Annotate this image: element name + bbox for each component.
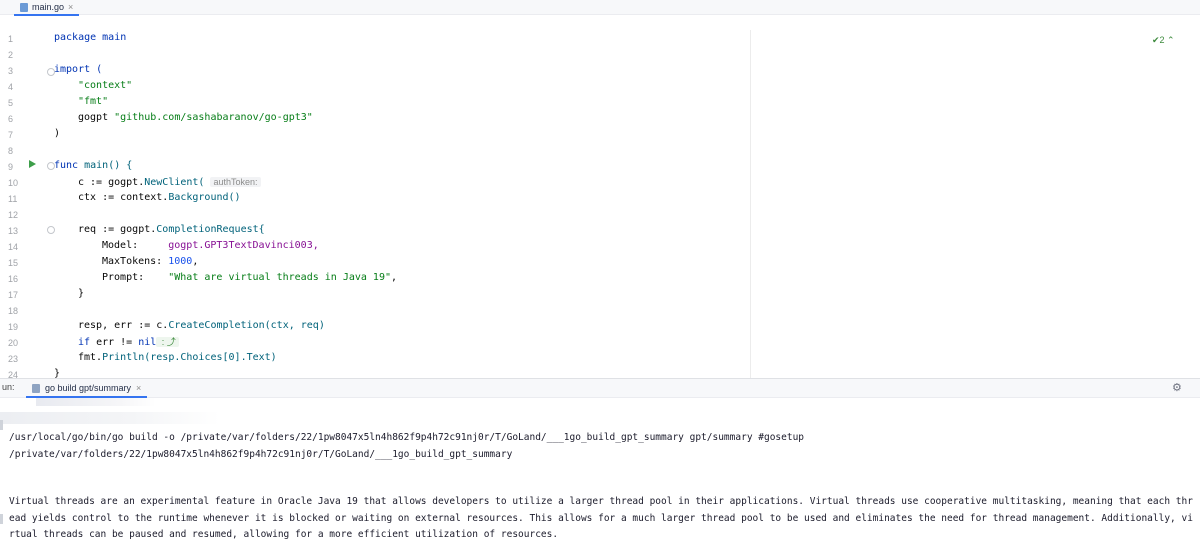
- code-text: func: [54, 160, 85, 171]
- code-text: NewClient(: [144, 177, 205, 188]
- line-number: 10: [8, 178, 19, 188]
- code-text: import (: [54, 64, 103, 75]
- line-number-gutter: 1 2 3 4 5 6 7 8 9 10 11 12 13 14 15 16 1…: [0, 30, 48, 380]
- toolbar-blur: [36, 398, 156, 406]
- line-number: 20: [8, 338, 19, 348]
- fold-marker-icon[interactable]: [47, 226, 55, 234]
- code-text: req := gogpt.: [78, 224, 157, 235]
- line-number: 14: [8, 242, 19, 252]
- code-text: Prompt:: [102, 272, 169, 283]
- run-tab-label: go build gpt/summary: [45, 383, 132, 393]
- line-number: 7: [8, 130, 14, 140]
- code-text: }: [78, 288, 85, 299]
- code-text: nil: [138, 337, 157, 348]
- line-number: 1: [8, 34, 14, 44]
- code-text: "fmt": [78, 96, 109, 107]
- run-gutter-icon[interactable]: [29, 160, 36, 168]
- run-tab-close-icon[interactable]: ×: [136, 383, 141, 393]
- code-text: CompletionRequest{: [156, 224, 265, 235]
- code-text: gogpt.GPT3TextDavinci003,: [168, 240, 319, 251]
- code-text: ,: [391, 272, 398, 283]
- run-tool-window-header: [0, 378, 1200, 398]
- console-command-line: /usr/local/go/bin/go build -o /private/v…: [9, 432, 805, 443]
- tab-main-go[interactable]: main.go ×: [14, 0, 80, 16]
- line-number: 5: [8, 98, 14, 108]
- line-number: 4: [8, 82, 14, 92]
- line-number: 8: [8, 146, 14, 156]
- code-text: c := gogpt.: [78, 177, 145, 188]
- code-text: if: [78, 337, 97, 348]
- console-marker: [0, 420, 3, 430]
- code-text: gogpt: [78, 112, 115, 123]
- code-text: ): [54, 128, 61, 139]
- line-number: 11: [8, 194, 18, 204]
- code-text: MaxTokens:: [102, 256, 169, 267]
- code-text: CreateCompletion(ctx, req): [168, 320, 325, 331]
- console-program-output: Virtual threads are an experimental feat…: [9, 496, 1193, 540]
- run-label: un:: [2, 382, 15, 392]
- line-number: 13: [8, 226, 19, 236]
- code-text: ctx := context.: [78, 192, 169, 203]
- folded-region[interactable]: : ⤴: [156, 337, 179, 347]
- line-number: 3: [8, 66, 14, 76]
- toolbar-blur: [0, 412, 220, 424]
- line-number: 15: [8, 258, 19, 268]
- code-text: package main: [54, 32, 127, 43]
- code-text: Model:: [102, 240, 169, 251]
- run-config-icon: [32, 383, 40, 393]
- editor-tab-bar: [0, 0, 1200, 15]
- line-number: 12: [8, 210, 19, 220]
- parameter-hint: authToken:: [210, 177, 261, 187]
- line-number: 23: [8, 354, 19, 364]
- line-number: 6: [8, 114, 14, 124]
- tab-close-icon[interactable]: ×: [68, 2, 73, 12]
- code-text: fmt.: [78, 352, 103, 363]
- line-number: 17: [8, 290, 19, 300]
- code-text: Println(resp.Choices[0].Text): [102, 352, 277, 363]
- code-text: 1000: [168, 256, 193, 267]
- line-number: 2: [8, 50, 14, 60]
- code-text: "context": [78, 80, 133, 91]
- code-text: err !=: [96, 337, 139, 348]
- line-number: 16: [8, 274, 19, 284]
- line-number: 18: [8, 306, 19, 316]
- go-file-icon: [20, 2, 28, 12]
- console-marker: [0, 514, 3, 524]
- tab-go-build-summary[interactable]: go build gpt/summary ×: [26, 380, 148, 398]
- inspection-widget[interactable]: ✔2 ⌃: [1152, 35, 1175, 46]
- code-text: "What are virtual threads in Java 19": [168, 272, 391, 283]
- console-exec-line: /private/var/folders/22/1pw8047x5ln4h862…: [9, 449, 513, 460]
- tab-label: main.go: [32, 2, 65, 12]
- right-margin-guide: [750, 30, 751, 378]
- code-text: resp, err := c.: [78, 320, 169, 331]
- code-text: "github.com/sashabaranov/go-gpt3": [114, 112, 313, 123]
- code-text: main() {: [84, 160, 133, 171]
- code-text: Background(): [168, 192, 241, 203]
- code-text: ,: [192, 256, 199, 267]
- settings-gear-icon[interactable]: ⚙: [1172, 381, 1182, 394]
- line-number: 19: [8, 322, 19, 332]
